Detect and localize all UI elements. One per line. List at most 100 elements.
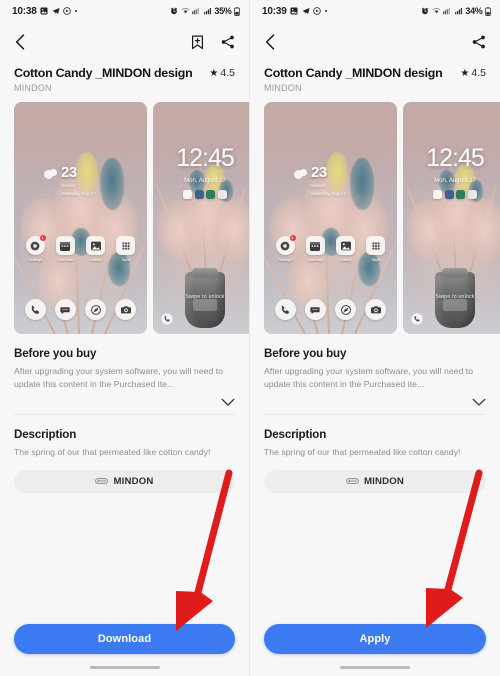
gallery-icon xyxy=(86,236,106,255)
before-you-buy-section: Before you buy After upgrading your syst… xyxy=(250,334,500,392)
cta-label: Apply xyxy=(359,633,391,645)
dock-browser[interactable] xyxy=(331,299,361,320)
app-settings[interactable]: 1 Settings xyxy=(270,235,300,262)
comparison-stage: 10:38 35% Cotton Candy _MINDON design ★ … xyxy=(0,0,500,676)
app-calendar[interactable]: Calendar xyxy=(300,236,330,262)
app-grid: 1 Settings Calendar Gallery Apps xyxy=(270,235,391,262)
back-icon[interactable] xyxy=(264,34,277,50)
star-icon: ★ xyxy=(460,67,470,79)
notification-icon xyxy=(206,190,216,199)
share-icon[interactable] xyxy=(472,35,486,49)
tag-icon xyxy=(346,478,359,485)
wifi-icon xyxy=(181,7,190,15)
star-icon: ★ xyxy=(209,67,219,79)
app-gallery[interactable]: Gallery xyxy=(331,236,361,262)
phone-icon[interactable] xyxy=(411,312,423,325)
expand-button[interactable] xyxy=(0,392,249,407)
dock-messages[interactable] xyxy=(300,299,330,320)
status-bar-left: 10:39 xyxy=(262,6,328,17)
gallery-icon xyxy=(290,7,298,15)
title-row: Cotton Candy _MINDON design ★ 4.5 xyxy=(264,66,486,80)
description-section: Description The spring of our that perme… xyxy=(250,415,500,459)
vase-label xyxy=(193,298,217,311)
notification-badge: 1 xyxy=(39,235,46,241)
preview-lock-screen[interactable]: 12:45 Mon, August 27 Swipe to unlock xyxy=(403,102,500,334)
dock-camera[interactable] xyxy=(111,299,141,320)
share-icon[interactable] xyxy=(221,35,235,49)
app-settings[interactable]: 1 Settings xyxy=(20,235,50,262)
browser-icon xyxy=(335,299,357,320)
author-name: MINDON xyxy=(264,83,302,93)
dot-icon xyxy=(324,9,328,13)
network-icon xyxy=(443,7,452,15)
rating: ★ 4.5 xyxy=(460,67,486,79)
section-heading: Before you buy xyxy=(264,347,347,360)
bookmark-add-icon[interactable] xyxy=(191,34,204,50)
app-grid: 1 Settings Calendar Gallery Apps xyxy=(20,235,141,262)
section-body: After upgrading your system software, yo… xyxy=(14,366,224,390)
author-chip[interactable]: MINDON xyxy=(14,469,235,493)
lock-notification-icons xyxy=(403,190,500,199)
app-label: Settings xyxy=(28,257,43,262)
gesture-home-bar[interactable] xyxy=(89,665,160,669)
action-bar xyxy=(250,22,500,62)
preview-gallery[interactable]: 23 Suwon Saturday, Aug 27 1 Settings Cal… xyxy=(250,93,500,334)
phone-icon[interactable] xyxy=(161,312,173,325)
cta-label: Download xyxy=(97,633,152,645)
app-label: Apps xyxy=(371,257,381,262)
phone-icon xyxy=(274,299,296,320)
chevron-down-icon xyxy=(472,398,486,406)
weather-widget[interactable]: 23 Suwon Saturday, Aug 27 xyxy=(44,164,96,197)
header: Cotton Candy _MINDON design ★ 4.5 MINDON xyxy=(250,62,500,93)
app-gallery[interactable]: Gallery xyxy=(81,236,111,262)
download-button[interactable]: Download xyxy=(14,624,235,654)
apply-button[interactable]: Apply xyxy=(264,624,486,654)
app-apps[interactable]: Apps xyxy=(111,236,141,262)
app-calendar[interactable]: Calendar xyxy=(50,236,80,262)
rating-value: 4.5 xyxy=(471,67,486,79)
swipe-hint: Swipe to unlock xyxy=(185,294,225,300)
preview-gallery[interactable]: 23 Suwon Saturday, Aug 27 1 Settings Cal… xyxy=(0,93,249,334)
dock-messages[interactable] xyxy=(50,299,80,320)
expand-button[interactable] xyxy=(250,392,500,407)
header: Cotton Candy _MINDON design ★ 4.5 MINDON xyxy=(0,62,249,93)
dock-camera[interactable] xyxy=(361,299,391,320)
notification-icon xyxy=(217,190,227,199)
app-label: Apps xyxy=(121,257,131,262)
settings-icon: 1 xyxy=(275,235,296,255)
status-bar: 10:39 34% xyxy=(250,0,500,22)
app-label: Settings xyxy=(278,257,293,262)
battery-percent: 35% xyxy=(214,6,232,16)
dock xyxy=(20,299,141,320)
gesture-home-bar[interactable] xyxy=(340,665,410,669)
weather-temperature: 23 xyxy=(311,164,327,181)
battery-icon xyxy=(485,6,491,16)
dock-phone[interactable] xyxy=(270,299,300,320)
gallery-icon xyxy=(336,236,356,255)
author-name: MINDON xyxy=(14,83,52,93)
dock xyxy=(270,299,391,320)
section-heading: Description xyxy=(264,427,327,441)
preview-home-screen[interactable]: 23 Suwon Saturday, Aug 27 1 Settings Cal… xyxy=(264,102,397,334)
back-icon[interactable] xyxy=(14,34,27,50)
dock-phone[interactable] xyxy=(20,299,50,320)
lock-date: Mon, August 27 xyxy=(434,178,476,184)
app-apps[interactable]: Apps xyxy=(361,236,391,262)
author-chip[interactable]: MINDON xyxy=(264,469,486,493)
lock-clock: 12:45 xyxy=(426,144,485,172)
page-title: Cotton Candy _MINDON design xyxy=(14,66,193,80)
weather-widget[interactable]: 23 Suwon Saturday, Aug 27 xyxy=(294,164,346,197)
weather-temperature: 23 xyxy=(61,164,77,181)
section-heading: Before you buy xyxy=(14,347,97,360)
swipe-hint: Swipe to unlock xyxy=(435,294,475,300)
alarm-icon xyxy=(421,7,429,15)
dock-browser[interactable] xyxy=(81,299,111,320)
section-body: After upgrading your system software, yo… xyxy=(264,366,474,390)
vase-art xyxy=(185,272,225,328)
app-label: Gallery xyxy=(89,257,102,262)
preview-lock-screen[interactable]: 12:45 Mon, August 27 Swipe to unlock xyxy=(153,102,249,334)
preview-home-screen[interactable]: 23 Suwon Saturday, Aug 27 1 Settings Cal… xyxy=(14,102,147,334)
network-icon xyxy=(192,7,201,15)
lock-date: Mon, August 27 xyxy=(184,178,226,184)
wifi-icon xyxy=(432,7,441,15)
